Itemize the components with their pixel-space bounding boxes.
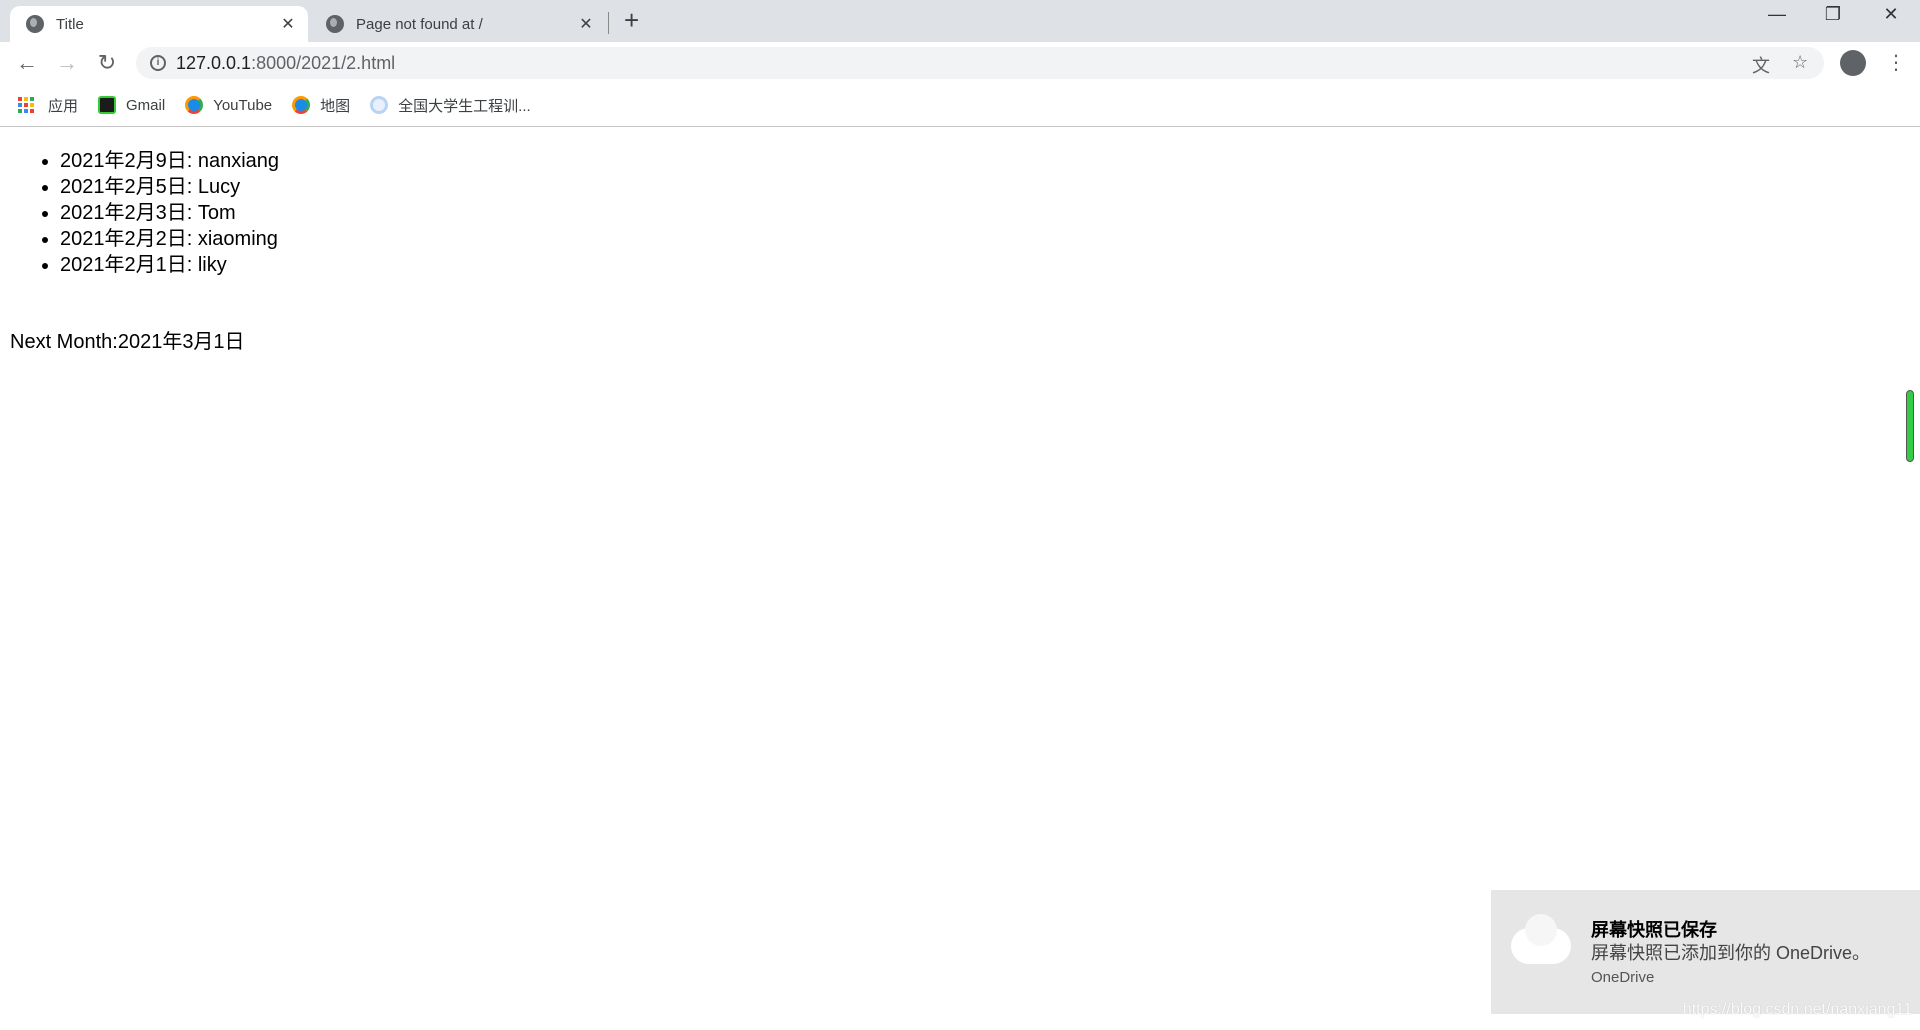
onedrive-notification[interactable]: 屏幕快照已保存 屏幕快照已添加到你的 OneDrive。 OneDrive (1491, 890, 1920, 1014)
bookmark-label: YouTube (213, 96, 273, 114)
globe-icon (326, 15, 344, 33)
url-path: :8000/2021/2.html (251, 52, 396, 73)
notification-source: OneDrive (1591, 969, 1655, 986)
pycharm-icon (98, 96, 117, 114)
address-bar[interactable]: i 127.0.0.1:8000/2021/2.html 文 ☆ (136, 47, 1824, 79)
page-content: 2021年2月9日: nanxiang 2021年2月5日: Lucy 2021… (10, 148, 279, 278)
list-item: 2021年2月5日: Lucy (60, 174, 279, 200)
bookmark-youtube[interactable]: YouTube (185, 96, 272, 114)
minimize-button[interactable]: — (1752, 4, 1802, 25)
notification-body: 屏幕快照已添加到你的 OneDrive。 (1591, 943, 1871, 963)
tab-page-not-found[interactable]: Page not found at / ✕ (310, 6, 606, 42)
bookmark-gmail[interactable]: Gmail (98, 96, 165, 114)
cloud-icon (1511, 914, 1571, 964)
forward-button[interactable]: → (52, 50, 82, 76)
tab-title[interactable]: Title ✕ (10, 6, 308, 42)
close-tab-icon[interactable]: ✕ (574, 14, 598, 34)
close-tab-icon[interactable]: ✕ (276, 14, 300, 34)
menu-icon[interactable]: ⋮ (1886, 50, 1906, 75)
list-item: 2021年2月3日: Tom (60, 200, 279, 226)
tab-label: Page not found at / (356, 15, 483, 33)
globe-icon (26, 15, 44, 33)
bookmark-engineering[interactable]: 全国大学生工程训... (370, 95, 531, 116)
translate-icon[interactable]: 文 (1752, 52, 1770, 78)
list-item: 2021年2月2日: xiaoming (60, 226, 279, 252)
qq-browser-icon (185, 96, 204, 114)
tab-separator (608, 12, 609, 34)
back-button[interactable]: ← (12, 50, 42, 76)
qq-browser-icon (292, 96, 311, 114)
list-item: 2021年2月9日: nanxiang (60, 148, 279, 174)
apps-grid-icon (18, 97, 34, 113)
bookmark-label: 全国大学生工程训... (398, 97, 531, 115)
reload-button[interactable]: ↻ (92, 50, 122, 76)
url-text[interactable]: 127.0.0.1:8000/2021/2.html (176, 53, 395, 74)
star-icon[interactable]: ☆ (1792, 52, 1808, 73)
watermark: https://blog.csdn.net/nanxiang11 (1682, 1001, 1912, 1018)
close-window-button[interactable]: ✕ (1866, 4, 1916, 25)
restore-button[interactable]: ❐ (1808, 4, 1858, 25)
site-icon (370, 96, 389, 114)
tab-bar: Title ✕ Page not found at / ✕ + — ❐ ✕ (0, 0, 1920, 42)
bookmark-label: Gmail (126, 96, 166, 114)
new-tab-button[interactable]: + (624, 5, 639, 36)
bookmark-map[interactable]: 地图 (292, 95, 350, 116)
bookmark-apps[interactable]: 应用 (18, 95, 78, 116)
url-host: 127.0.0.1 (176, 52, 252, 73)
bookmark-label: 应用 (48, 97, 79, 115)
tab-label: Title (56, 15, 84, 33)
info-icon[interactable]: i (150, 55, 166, 71)
scroll-indicator[interactable] (1906, 390, 1914, 462)
profile-avatar-icon[interactable] (1840, 50, 1866, 76)
bookmarks-bar: 应用 Gmail YouTube 地图 全国大学生工程训... (0, 84, 1920, 127)
bookmark-label: 地图 (320, 97, 351, 115)
date-list: 2021年2月9日: nanxiang 2021年2月5日: Lucy 2021… (60, 148, 279, 278)
next-month-text: Next Month:2021年3月1日 (10, 331, 245, 353)
list-item: 2021年2月1日: liky (60, 252, 279, 278)
toolbar: ← → ↻ i 127.0.0.1:8000/2021/2.html 文 ☆ ⋮ (0, 42, 1920, 84)
